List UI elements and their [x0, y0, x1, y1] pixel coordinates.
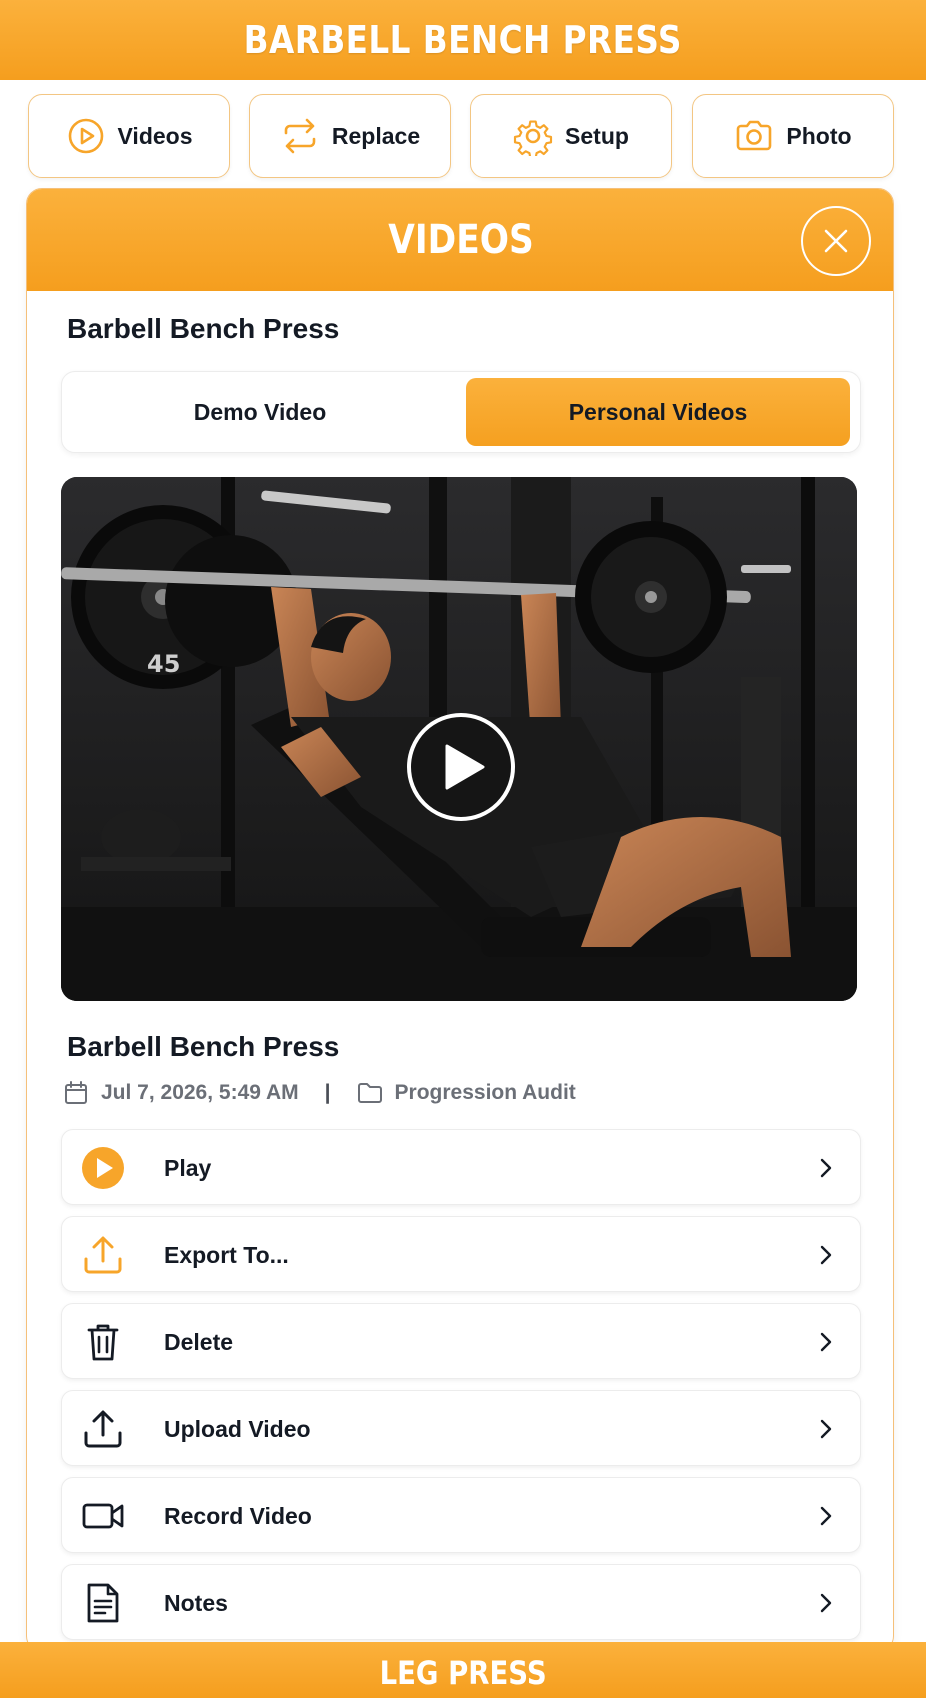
videos-modal: VIDEOS Barbell Bench Press Demo Video Pe… — [26, 188, 894, 1652]
trash-icon — [78, 1317, 128, 1367]
export-action[interactable]: Export To... — [61, 1216, 861, 1292]
swap-arrows-icon — [284, 118, 316, 154]
setup-button[interactable]: Setup — [470, 94, 672, 178]
video-title: Barbell Bench Press — [67, 1031, 340, 1062]
video-date: Jul 7, 2026, 5:49 AM — [101, 1081, 299, 1104]
video-play-button[interactable] — [407, 713, 515, 821]
video-meta: Jul 7, 2026, 5:49 AM | Progression Audit — [63, 1077, 576, 1109]
tab-demo-video[interactable]: Demo Video — [68, 378, 452, 446]
play-filled-icon — [78, 1143, 128, 1193]
setup-button-label: Setup — [565, 122, 629, 149]
modal-title: VIDEOS — [388, 217, 534, 263]
video-thumbnail[interactable]: 45 — [61, 477, 857, 1001]
photo-button[interactable]: Photo — [692, 94, 894, 178]
notes-action[interactable]: Notes — [61, 1564, 861, 1640]
video-type-tabs: Demo Video Personal Videos — [61, 371, 861, 453]
record-video-action-label: Record Video — [164, 1503, 312, 1529]
notes-action-label: Notes — [164, 1590, 228, 1616]
play-circle-icon — [68, 118, 103, 154]
delete-action-label: Delete — [164, 1329, 234, 1355]
upload-video-action-label: Upload Video — [164, 1416, 311, 1442]
chevron-right-icon — [820, 1593, 832, 1613]
modal-exercise-name: Barbell Bench Press — [67, 313, 340, 344]
upload-icon — [78, 1404, 128, 1454]
upload-video-action[interactable]: Upload Video — [61, 1390, 861, 1466]
export-icon — [78, 1230, 128, 1280]
close-button[interactable] — [801, 206, 871, 276]
next-exercise-bar[interactable]: LEG PRESS — [0, 1642, 926, 1698]
camera-icon — [737, 120, 772, 151]
videos-button-label: Videos — [117, 122, 193, 149]
delete-action[interactable]: Delete — [61, 1303, 861, 1379]
tab-personal-videos[interactable]: Personal Videos — [466, 378, 850, 446]
video-folder: Progression Audit — [394, 1081, 576, 1104]
video-camera-icon — [78, 1491, 128, 1541]
chevron-right-icon — [820, 1158, 832, 1178]
app-screen: BARBELL BENCH PRESS Videos Replace Setup — [0, 0, 926, 1698]
chevron-right-icon — [820, 1419, 832, 1439]
replace-button-label: Replace — [331, 122, 421, 149]
record-video-action[interactable]: Record Video — [61, 1477, 861, 1553]
play-icon — [445, 744, 485, 790]
exercise-header-title: BARBELL BENCH PRESS — [243, 18, 683, 62]
folder-icon — [357, 1083, 382, 1103]
replace-button[interactable]: Replace — [249, 94, 451, 178]
chevron-right-icon — [820, 1506, 832, 1526]
play-action[interactable]: Play — [61, 1129, 861, 1205]
export-action-label: Export To... — [164, 1242, 289, 1268]
chevron-right-icon — [820, 1245, 832, 1265]
chevron-right-icon — [820, 1332, 832, 1352]
exercise-header: BARBELL BENCH PRESS — [0, 0, 926, 80]
videos-button[interactable]: Videos — [28, 94, 230, 178]
plate-weight-label: 45 — [147, 650, 180, 678]
toolbar: Videos Replace Setup Photo — [28, 94, 894, 178]
gear-icon — [513, 120, 553, 156]
meta-separator: | — [324, 1081, 331, 1104]
play-action-label: Play — [164, 1155, 212, 1181]
calendar-icon — [65, 1081, 87, 1104]
photo-button-label: Photo — [786, 122, 852, 149]
notes-icon — [78, 1578, 128, 1628]
next-exercise-title: LEG PRESS — [379, 1654, 547, 1692]
close-icon — [824, 229, 848, 253]
